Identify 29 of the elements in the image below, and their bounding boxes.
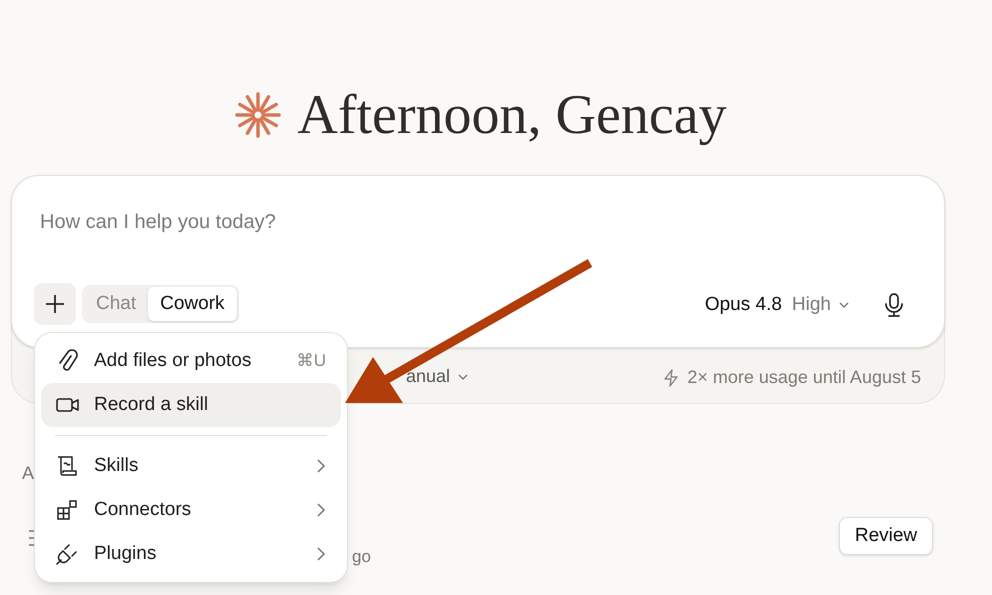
menu-item[interactable]: Plugins [41,532,341,576]
blocks-icon [56,499,78,521]
scroll-icon [56,455,78,477]
section-label: A [22,462,34,485]
menu-item[interactable]: Skills [41,444,341,488]
mode-dropdown[interactable]: anual [406,363,468,390]
model-name[interactable]: Opus 4.8 [704,291,782,320]
greeting-heading: Afternoon, Gencay [297,87,727,143]
menu-item[interactable]: Record a skill [41,383,341,427]
menu-item[interactable]: Connectors [41,488,341,532]
prompt-field[interactable]: How can I help you today? [40,207,900,237]
effort-dropdown[interactable]: High [792,291,849,320]
plug-icon [56,543,78,565]
mode-tab[interactable]: Cowork [148,287,237,321]
task-time: go [352,546,371,568]
chevron-down-icon [839,302,849,308]
plus-icon [45,294,65,314]
lightning-icon [663,368,680,386]
menu-item[interactable]: Add files or photos ⌘U [41,339,341,383]
microphone-icon[interactable] [885,293,903,318]
add-button[interactable] [34,283,76,325]
sunburst-logo-icon [235,92,282,138]
shortcut-hint: ⌘U [296,350,326,372]
chevron-down-icon [458,374,468,380]
review-button[interactable]: Review [839,517,933,555]
paperclip-icon [56,349,78,373]
usage-notice: 2× more usage until August 5 [687,366,921,389]
video-camera-icon [56,397,80,413]
list-icon [28,529,36,547]
